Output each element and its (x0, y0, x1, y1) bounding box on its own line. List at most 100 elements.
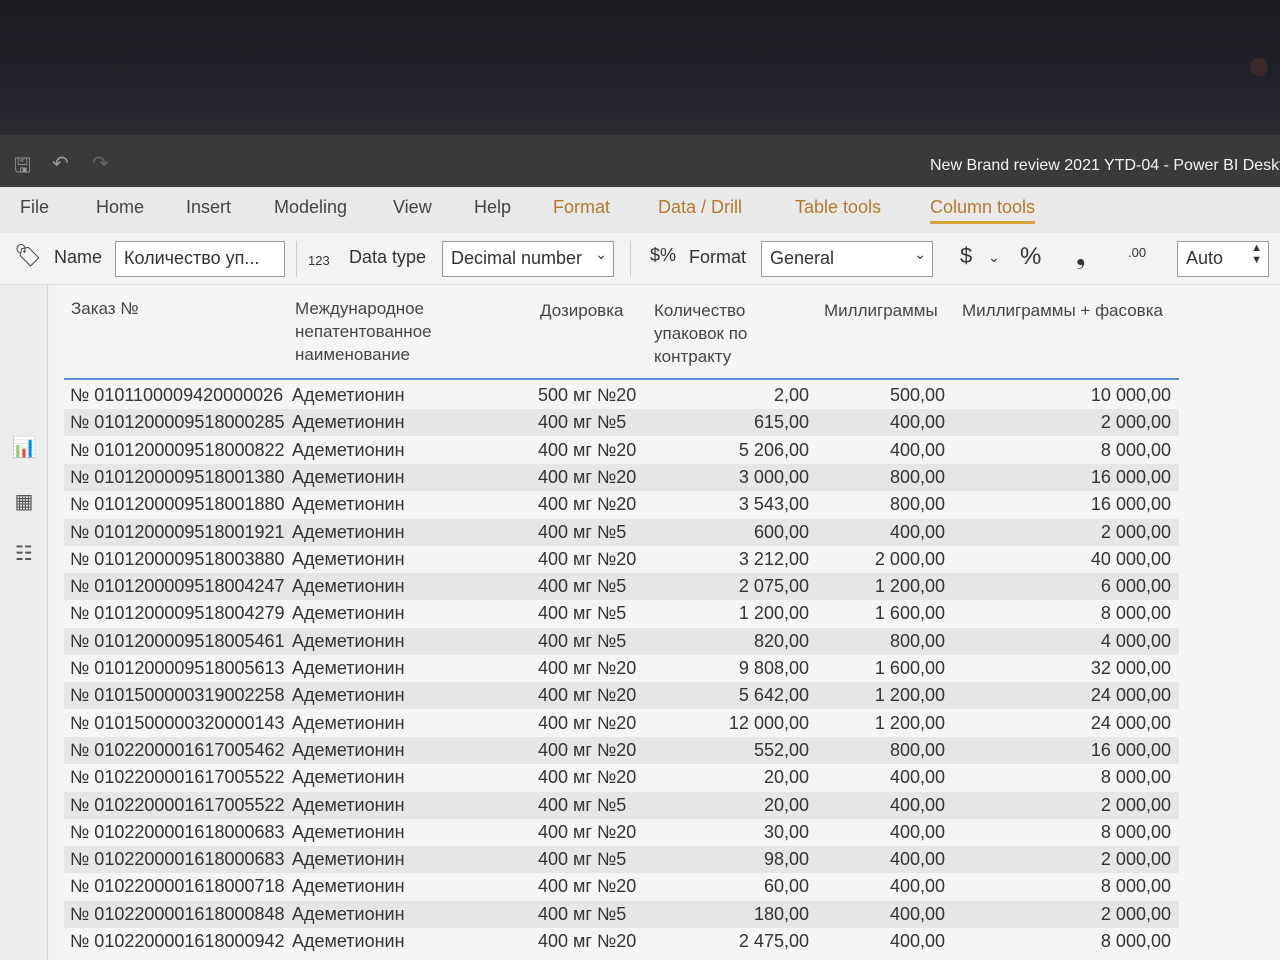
cell-mg: 1 200,00 (874, 685, 945, 706)
column-header-packages[interactable]: Количество упаковок по контракту (654, 299, 747, 368)
cell-mg-pack: 32 000,00 (1090, 658, 1171, 678)
column-header-mg[interactable]: Миллиграммы (824, 299, 938, 322)
percent-button[interactable]: % (1020, 243, 1041, 271)
column-header-inn[interactable]: Международное непатентованное наименован… (295, 297, 432, 366)
table-row[interactable]: № 0102200001617005522 Адеметионин 400 мг №… (64, 791, 1179, 819)
column-header-dosage[interactable]: Дозировка (540, 299, 623, 322)
cell-packages: 552,00 (753, 739, 809, 760)
cell-mg: 1 600,00 (874, 603, 945, 624)
table-row[interactable]: № 0101200009518005461 Адеметионин 400 мг №… (64, 627, 1179, 655)
menu-file[interactable]: File (20, 197, 49, 218)
header-line: контракту (654, 347, 732, 366)
cell-mg-pack: 8 000,00 (1100, 931, 1171, 951)
format-dropdown[interactable]: General ⌄ (761, 241, 933, 277)
currency-button[interactable]: $ (960, 243, 972, 269)
webcam-indicator (1250, 58, 1268, 76)
table-row[interactable]: № 0102200001617005462 Адеметионин 400 мг №… (64, 736, 1179, 764)
menu-data-drill[interactable]: Data / Drill (658, 197, 742, 218)
cell-dosage: 400 мг №5 (538, 412, 627, 433)
menu-help[interactable]: Help (474, 197, 511, 218)
cell-packages: 60,00 (763, 876, 809, 897)
cell-order-number: № 0101200009518003880 (70, 548, 285, 569)
cell-dosage: 400 мг №20 (538, 685, 637, 706)
header-line: упаковок по (654, 324, 748, 343)
cell-mg-pack: 2 000,00 (1100, 521, 1171, 542)
menu-home[interactable]: Home (96, 197, 144, 218)
decimal-places-stepper[interactable]: Auto ▲ ▼ (1177, 241, 1269, 277)
table-row[interactable]: № 0101200009518000285 Адеметионин 400 мг №… (64, 409, 1179, 437)
cell-dosage: 400 мг №5 (538, 576, 627, 597)
cell-inn: Адеметионин (292, 821, 405, 842)
table-row[interactable]: № 0101200009518001380 Адеметионин 400 мг №… (64, 463, 1179, 491)
save-icon[interactable]: 🖫 (14, 151, 31, 185)
format-value: General (770, 248, 835, 268)
menu-insert[interactable]: Insert (186, 197, 231, 218)
cell-packages: 2 475,00 (738, 931, 809, 951)
report-view-icon[interactable]: 📊 (6, 435, 42, 460)
menu-column-tools[interactable]: Column tools (930, 197, 1036, 224)
table-row[interactable]: № 0101200009518004247 Адеметионин 400 мг №… (64, 573, 1179, 601)
data-type-value: Decimal number (451, 248, 583, 268)
monitor-bezel (0, 0, 1280, 135)
cell-mg-pack: 24 000,00 (1090, 712, 1171, 733)
table-row[interactable]: № 0101200009518000822 Адеметионин 400 мг №… (64, 437, 1179, 464)
menu-format[interactable]: Format (553, 197, 610, 218)
table-row[interactable]: № 0102200001618000942 Адеметионин 400 мг №… (64, 928, 1179, 955)
table-row[interactable]: № 0101500000320000143 Адеметионин 400 мг №… (64, 710, 1179, 737)
table-row[interactable]: № 0102200001618000718 Адеметионин 400 мг №… (64, 873, 1179, 900)
table-row[interactable]: № 0102200001618000683 Адеметионин 400 мг №… (64, 846, 1179, 874)
table-row[interactable]: № 0102200001618000683 Адеметионин 400 мг №… (64, 819, 1179, 846)
cell-dosage: 400 мг №20 (538, 466, 637, 487)
table-row[interactable]: № 0101200009518004279 Адеметионин 400 мг №… (64, 600, 1179, 627)
chevron-down-icon: ⌄ (914, 246, 926, 262)
header-line: Количество (654, 301, 746, 320)
currency-chevron-icon[interactable]: ⌄ (988, 249, 1000, 266)
cell-inn: Адеметионин (292, 412, 405, 433)
table-row[interactable]: № 0101500000319002258 Адеметионин 400 мг №… (64, 682, 1179, 710)
cell-inn: Адеметионин (292, 903, 405, 924)
cell-packages: 5 642,00 (738, 685, 809, 706)
cell-mg: 1 200,00 (874, 576, 945, 597)
table-row[interactable]: № 0101200009518003880 Адеметионин 400 мг №… (64, 546, 1179, 573)
table-row[interactable]: № 0101100009420000026 Адеметионин 500 мг №… (64, 382, 1179, 409)
cell-packages: 20,00 (763, 767, 809, 788)
table-row[interactable]: № 0101200009518005613 Адеметионин 400 мг №… (64, 655, 1179, 682)
model-view-icon[interactable]: ☷ (6, 541, 42, 566)
cell-inn: Адеметионин (292, 548, 405, 569)
cell-mg-pack: 8 000,00 (1100, 767, 1171, 788)
stepper-arrows-icon[interactable]: ▲ ▼ (1251, 242, 1262, 266)
decimals-icon[interactable]: .00 (1128, 245, 1146, 260)
cell-mg-pack: 8 000,00 (1100, 603, 1171, 624)
cell-mg-pack: 6 000,00 (1100, 576, 1171, 597)
column-header-mg-pack[interactable]: Миллиграммы + фасовка (962, 299, 1163, 322)
cell-order-number: № 0101200009518004247 (70, 576, 285, 597)
menu-modeling[interactable]: Modeling (274, 197, 347, 218)
table-row[interactable]: № 0101200009518001921 Адеметионин 400 мг №… (64, 518, 1179, 546)
cell-dosage: 400 мг №20 (538, 712, 637, 733)
data-grid: Заказ № Международное непатентованное на… (56, 285, 1280, 960)
cell-inn: Адеметионин (292, 630, 405, 651)
cell-dosage: 400 мг №20 (538, 658, 637, 678)
cell-inn: Адеметионин (292, 685, 405, 706)
redo-icon[interactable]: ↷ (92, 151, 109, 176)
cell-order-number: № 0101200009518001880 (70, 494, 285, 515)
app-window: 🖫 ↶ ↷ New Brand review 2021 YTD-04 - Pow… (0, 135, 1280, 960)
cell-inn: Адеметионин (292, 794, 405, 815)
menu-table-tools[interactable]: Table tools (795, 197, 881, 218)
table-row[interactable]: № 0102200001618000848 Адеметионин 400 мг №… (64, 900, 1179, 928)
name-field[interactable]: Количество уп... (115, 241, 285, 277)
ribbon-divider (630, 241, 631, 277)
cell-mg-pack: 24 000,00 (1090, 685, 1171, 706)
column-header-order[interactable]: Заказ № (71, 297, 139, 320)
table-row[interactable]: № 0102200001617005522 Адеметионин 400 мг №… (64, 764, 1179, 791)
cell-dosage: 400 мг №5 (538, 521, 627, 542)
table-row[interactable]: № 0101200009518001880 Адеметионин 400 мг №… (64, 491, 1179, 518)
cell-order-number: № 0101200009518004279 (70, 603, 285, 624)
undo-icon[interactable]: ↶ (52, 151, 69, 176)
data-type-dropdown[interactable]: Decimal number ⌄ (442, 241, 614, 277)
name-label: Name (54, 247, 103, 267)
cell-inn: Адеметионин (292, 658, 405, 678)
menu-view[interactable]: View (393, 197, 432, 218)
comma-button[interactable]: ❟ (1076, 243, 1085, 271)
data-view-icon[interactable]: ▦ (6, 489, 42, 514)
